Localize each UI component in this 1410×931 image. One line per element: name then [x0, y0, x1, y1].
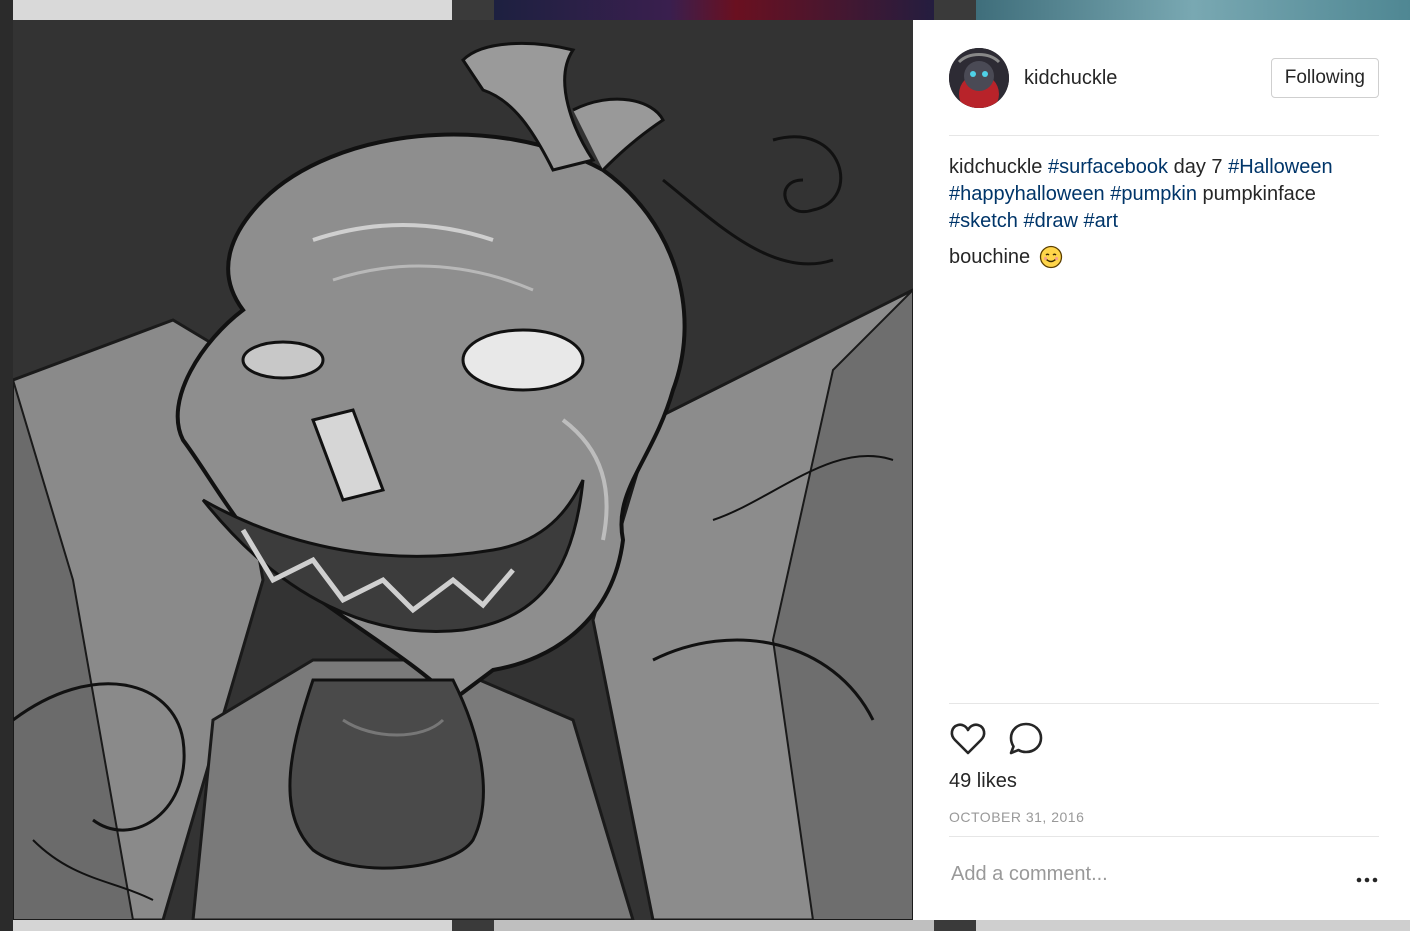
- caption-hashtag[interactable]: #happyhalloween: [949, 183, 1105, 205]
- page-backdrop: [0, 0, 13, 931]
- comment-text: bouchine: [949, 245, 1031, 268]
- heart-icon[interactable]: [949, 720, 987, 758]
- post-sidebar: kidchuckle Following kidchuckle #surface…: [913, 20, 1410, 920]
- divider: [949, 703, 1379, 704]
- caption-username[interactable]: kidchuckle: [949, 156, 1042, 178]
- post-header: kidchuckle Following: [949, 48, 1379, 108]
- post-caption: kidchuckle #surfacebook day 7 #Halloween…: [949, 154, 1379, 235]
- post-image[interactable]: [13, 20, 913, 920]
- grid-thumbnail[interactable]: [494, 0, 934, 20]
- grid-thumbnail[interactable]: [494, 920, 934, 931]
- likes-count[interactable]: 49 likes: [949, 770, 1017, 793]
- caption-hashtag[interactable]: #pumpkin: [1110, 183, 1197, 205]
- grid-thumbnail[interactable]: [976, 920, 1410, 931]
- post-username[interactable]: kidchuckle: [1024, 67, 1117, 90]
- avatar[interactable]: [949, 48, 1009, 108]
- caption-hashtag[interactable]: #art: [1084, 210, 1118, 232]
- caption-hashtag[interactable]: #surfacebook: [1048, 156, 1168, 178]
- smiling-face-emoji-icon: [1040, 245, 1063, 269]
- caption-text: day 7: [1173, 156, 1223, 178]
- grid-thumbnail[interactable]: [976, 0, 1410, 20]
- post-actions: [949, 720, 1045, 758]
- comment-row: bouchine: [949, 245, 1063, 269]
- divider: [949, 135, 1379, 136]
- more-options-icon[interactable]: [1355, 868, 1379, 892]
- caption-hashtag[interactable]: #draw: [1024, 210, 1078, 232]
- post-date: OCTOBER 31, 2016: [949, 809, 1085, 825]
- post-modal: kidchuckle Following kidchuckle #surface…: [13, 20, 1410, 920]
- caption-hashtag[interactable]: #sketch: [949, 210, 1018, 232]
- caption-hashtag[interactable]: #Halloween: [1228, 156, 1333, 178]
- grid-thumbnail[interactable]: [13, 0, 452, 20]
- pumpkin-face-sketch: [13, 20, 913, 920]
- add-comment-input[interactable]: [949, 862, 1343, 887]
- caption-text: pumpkinface: [1202, 183, 1316, 205]
- comment-bubble-icon[interactable]: [1007, 720, 1045, 758]
- avatar-image: [949, 48, 1009, 108]
- grid-thumbnail[interactable]: [13, 920, 452, 931]
- following-button[interactable]: Following: [1270, 58, 1379, 98]
- divider: [949, 836, 1379, 837]
